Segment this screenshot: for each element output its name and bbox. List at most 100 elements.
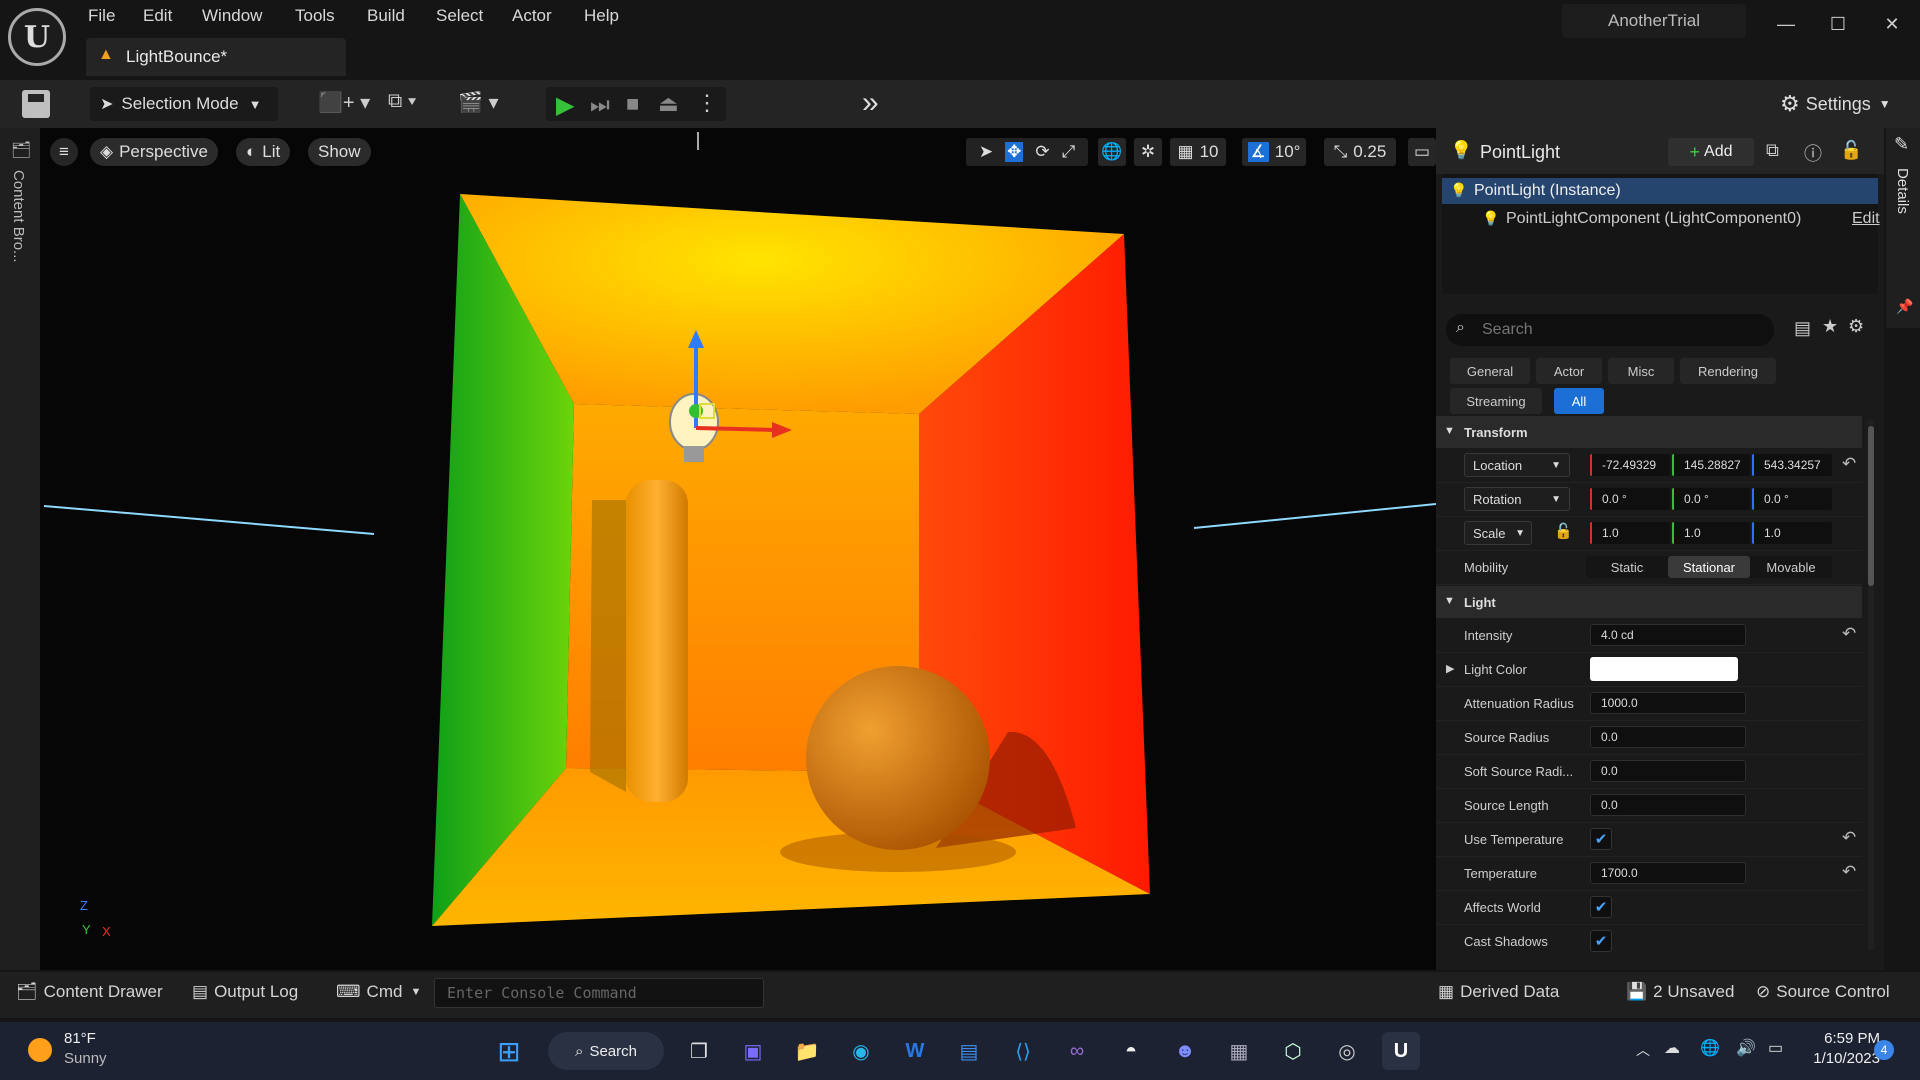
reset-arrow-icon[interactable]: ↶ bbox=[1842, 862, 1856, 882]
mobility-static[interactable]: Static bbox=[1586, 556, 1668, 578]
filter-all[interactable]: All bbox=[1554, 388, 1604, 414]
word-icon[interactable]: W bbox=[896, 1032, 934, 1070]
selection-mode-dropdown[interactable]: ➤ Selection Mode ▼ bbox=[90, 87, 278, 121]
rotation-snap-button[interactable]: ∡ 10° bbox=[1242, 138, 1306, 166]
github-icon[interactable]: ◓ bbox=[1112, 1032, 1150, 1070]
settings-button[interactable]: ⚙ Settings ▼ bbox=[1780, 91, 1891, 117]
gear-icon[interactable]: ⚙ bbox=[1848, 316, 1864, 337]
move-tool-icon[interactable]: ✥ bbox=[1005, 142, 1024, 162]
pin-icon[interactable]: 📌 bbox=[1896, 298, 1913, 315]
derived-data-button[interactable]: ▦ Derived Data bbox=[1438, 982, 1559, 1002]
grid-snap-button[interactable]: ▦ 10 bbox=[1170, 138, 1226, 166]
actor-name[interactable]: PointLight bbox=[1480, 142, 1560, 163]
stop-icon[interactable]: ■ bbox=[626, 91, 639, 117]
more-options-icon[interactable]: ⋮ bbox=[696, 90, 718, 116]
lock-icon[interactable]: 🔓 bbox=[1840, 140, 1862, 161]
content-browser-tab[interactable]: Content Bro... bbox=[10, 170, 27, 263]
mobility-stationary[interactable]: Stationar bbox=[1668, 556, 1750, 578]
menu-actor[interactable]: Actor bbox=[512, 6, 552, 32]
soft-source-radius-input[interactable]: 0.0 bbox=[1590, 760, 1746, 782]
menu-tools[interactable]: Tools bbox=[295, 6, 335, 32]
details-search[interactable]: ⌕ bbox=[1446, 314, 1774, 346]
cinematics-icon[interactable]: 🎬 ▾ bbox=[458, 90, 499, 115]
3d-box-icon[interactable]: ⬡ bbox=[1274, 1032, 1312, 1070]
cast-shadows-checkbox[interactable]: ✔ bbox=[1590, 930, 1612, 952]
scale-snap-button[interactable]: ⤡ 0.25 bbox=[1324, 138, 1396, 166]
discord-icon[interactable]: ☻ bbox=[1166, 1032, 1204, 1070]
rotation-z-input[interactable]: 0.0 ° bbox=[1752, 488, 1832, 510]
play-icon[interactable]: ▶ bbox=[556, 91, 574, 120]
cmd-dropdown[interactable]: ⌨ Cmd ▼ bbox=[336, 982, 421, 1002]
lit-button[interactable]: ◐ Lit bbox=[236, 138, 291, 166]
location-x-input[interactable]: -72.49329 bbox=[1590, 454, 1670, 476]
level-tab[interactable]: ▲ LightBounce* bbox=[86, 38, 346, 76]
edit-component-link[interactable]: Edit bbox=[1852, 210, 1880, 228]
notepad-icon[interactable]: ▤ bbox=[950, 1032, 988, 1070]
chevron-right-icon[interactable]: ▶ bbox=[1446, 662, 1454, 675]
filter-rendering[interactable]: Rendering bbox=[1680, 358, 1776, 384]
scale-tool-icon[interactable]: ⤢ bbox=[1062, 142, 1076, 162]
viewport-menu-button[interactable]: ≡ bbox=[50, 138, 78, 166]
clock-time[interactable]: 6:59 PM bbox=[1800, 1030, 1880, 1047]
details-scrollbar[interactable] bbox=[1868, 420, 1874, 950]
obs-icon[interactable]: ◎ bbox=[1328, 1032, 1366, 1070]
file-explorer-icon[interactable]: 📁 bbox=[788, 1032, 826, 1070]
mobility-movable[interactable]: Movable bbox=[1750, 556, 1832, 578]
camera-speed-icon[interactable]: ▭ bbox=[1408, 138, 1436, 166]
table-view-icon[interactable]: ▤ bbox=[1794, 318, 1811, 339]
level-viewport[interactable]: ≡ ◈ Perspective ◐ Lit Show ➤ ✥ ⟳ ⤢ 🌐 ✲ ▦… bbox=[40, 128, 1436, 970]
menu-edit[interactable]: Edit bbox=[143, 6, 172, 32]
close-button[interactable]: ✕ bbox=[1872, 10, 1912, 38]
taskbar-search[interactable]: ⌕ Search bbox=[548, 1032, 664, 1070]
maximize-button[interactable]: ☐ bbox=[1818, 10, 1858, 38]
scale-z-input[interactable]: 1.0 bbox=[1752, 522, 1832, 544]
teams-icon[interactable]: ▣ bbox=[734, 1032, 772, 1070]
source-radius-input[interactable]: 0.0 bbox=[1590, 726, 1746, 748]
blueprint-icon[interactable]: ⧉ ▾ bbox=[388, 90, 416, 113]
reset-arrow-icon[interactable]: ↶ bbox=[1842, 624, 1856, 644]
scale-y-input[interactable]: 1.0 bbox=[1672, 522, 1750, 544]
affects-world-checkbox[interactable]: ✔ bbox=[1590, 896, 1612, 918]
help-icon[interactable]: ⓘ bbox=[1804, 140, 1822, 166]
temperature-input[interactable]: 1700.0 bbox=[1590, 862, 1746, 884]
use-temperature-checkbox[interactable]: ✔ bbox=[1590, 828, 1612, 850]
rotation-dropdown[interactable]: Rotation ▼ bbox=[1464, 487, 1570, 511]
volume-icon[interactable]: 🔊 bbox=[1736, 1038, 1756, 1058]
output-log-button[interactable]: ▤ Output Log bbox=[192, 982, 298, 1002]
scale-x-input[interactable]: 1.0 bbox=[1590, 522, 1670, 544]
source-length-input[interactable]: 0.0 bbox=[1590, 794, 1746, 816]
select-tool-icon[interactable]: ➤ bbox=[979, 142, 993, 162]
clock-date[interactable]: 1/10/2023 bbox=[1800, 1050, 1880, 1067]
location-dropdown[interactable]: Location ▼ bbox=[1464, 453, 1570, 477]
world-local-icon[interactable]: 🌐 bbox=[1098, 138, 1126, 166]
menu-build[interactable]: Build bbox=[367, 6, 405, 32]
surface-snap-icon[interactable]: ✲ bbox=[1134, 138, 1162, 166]
light-color-swatch[interactable] bbox=[1590, 657, 1738, 681]
source-control-button[interactable]: ⊘ Source Control bbox=[1756, 982, 1890, 1002]
add-actor-icon[interactable]: ⬛+ ▾ bbox=[318, 90, 370, 115]
scale-dropdown[interactable]: Scale ▼ bbox=[1464, 521, 1532, 545]
notification-badge[interactable]: 4 bbox=[1874, 1040, 1894, 1060]
menu-help[interactable]: Help bbox=[584, 6, 619, 32]
unsaved-button[interactable]: 💾 2 Unsaved bbox=[1626, 982, 1734, 1002]
save-icon[interactable] bbox=[22, 90, 50, 118]
battery-icon[interactable]: ▭ bbox=[1768, 1038, 1783, 1058]
reset-arrow-icon[interactable]: ↶ bbox=[1842, 828, 1856, 848]
intensity-input[interactable]: 4.0 cd bbox=[1590, 624, 1746, 646]
menu-file[interactable]: File bbox=[88, 6, 115, 32]
reset-arrow-icon[interactable]: ↶ bbox=[1842, 454, 1856, 474]
calculator-icon[interactable]: ▦ bbox=[1220, 1032, 1258, 1070]
edge-icon[interactable]: ◉ bbox=[842, 1032, 880, 1070]
blueprint-convert-icon[interactable]: ⧉ bbox=[1766, 140, 1779, 161]
language-icon[interactable]: 🌐 bbox=[1700, 1038, 1720, 1058]
show-button[interactable]: Show bbox=[308, 138, 371, 166]
rotation-x-input[interactable]: 0.0 ° bbox=[1590, 488, 1670, 510]
weather-sun-icon[interactable] bbox=[28, 1038, 52, 1062]
vscode-icon[interactable]: ⟨⟩ bbox=[1004, 1032, 1042, 1070]
visual-studio-icon[interactable]: ∞ bbox=[1058, 1032, 1096, 1070]
location-y-input[interactable]: 145.28827 bbox=[1672, 454, 1750, 476]
transform-section-header[interactable]: ▼ Transform bbox=[1436, 416, 1862, 448]
step-icon[interactable]: ⏭ bbox=[590, 92, 610, 118]
filter-general[interactable]: General bbox=[1450, 358, 1530, 384]
minimize-button[interactable]: — bbox=[1766, 10, 1806, 38]
